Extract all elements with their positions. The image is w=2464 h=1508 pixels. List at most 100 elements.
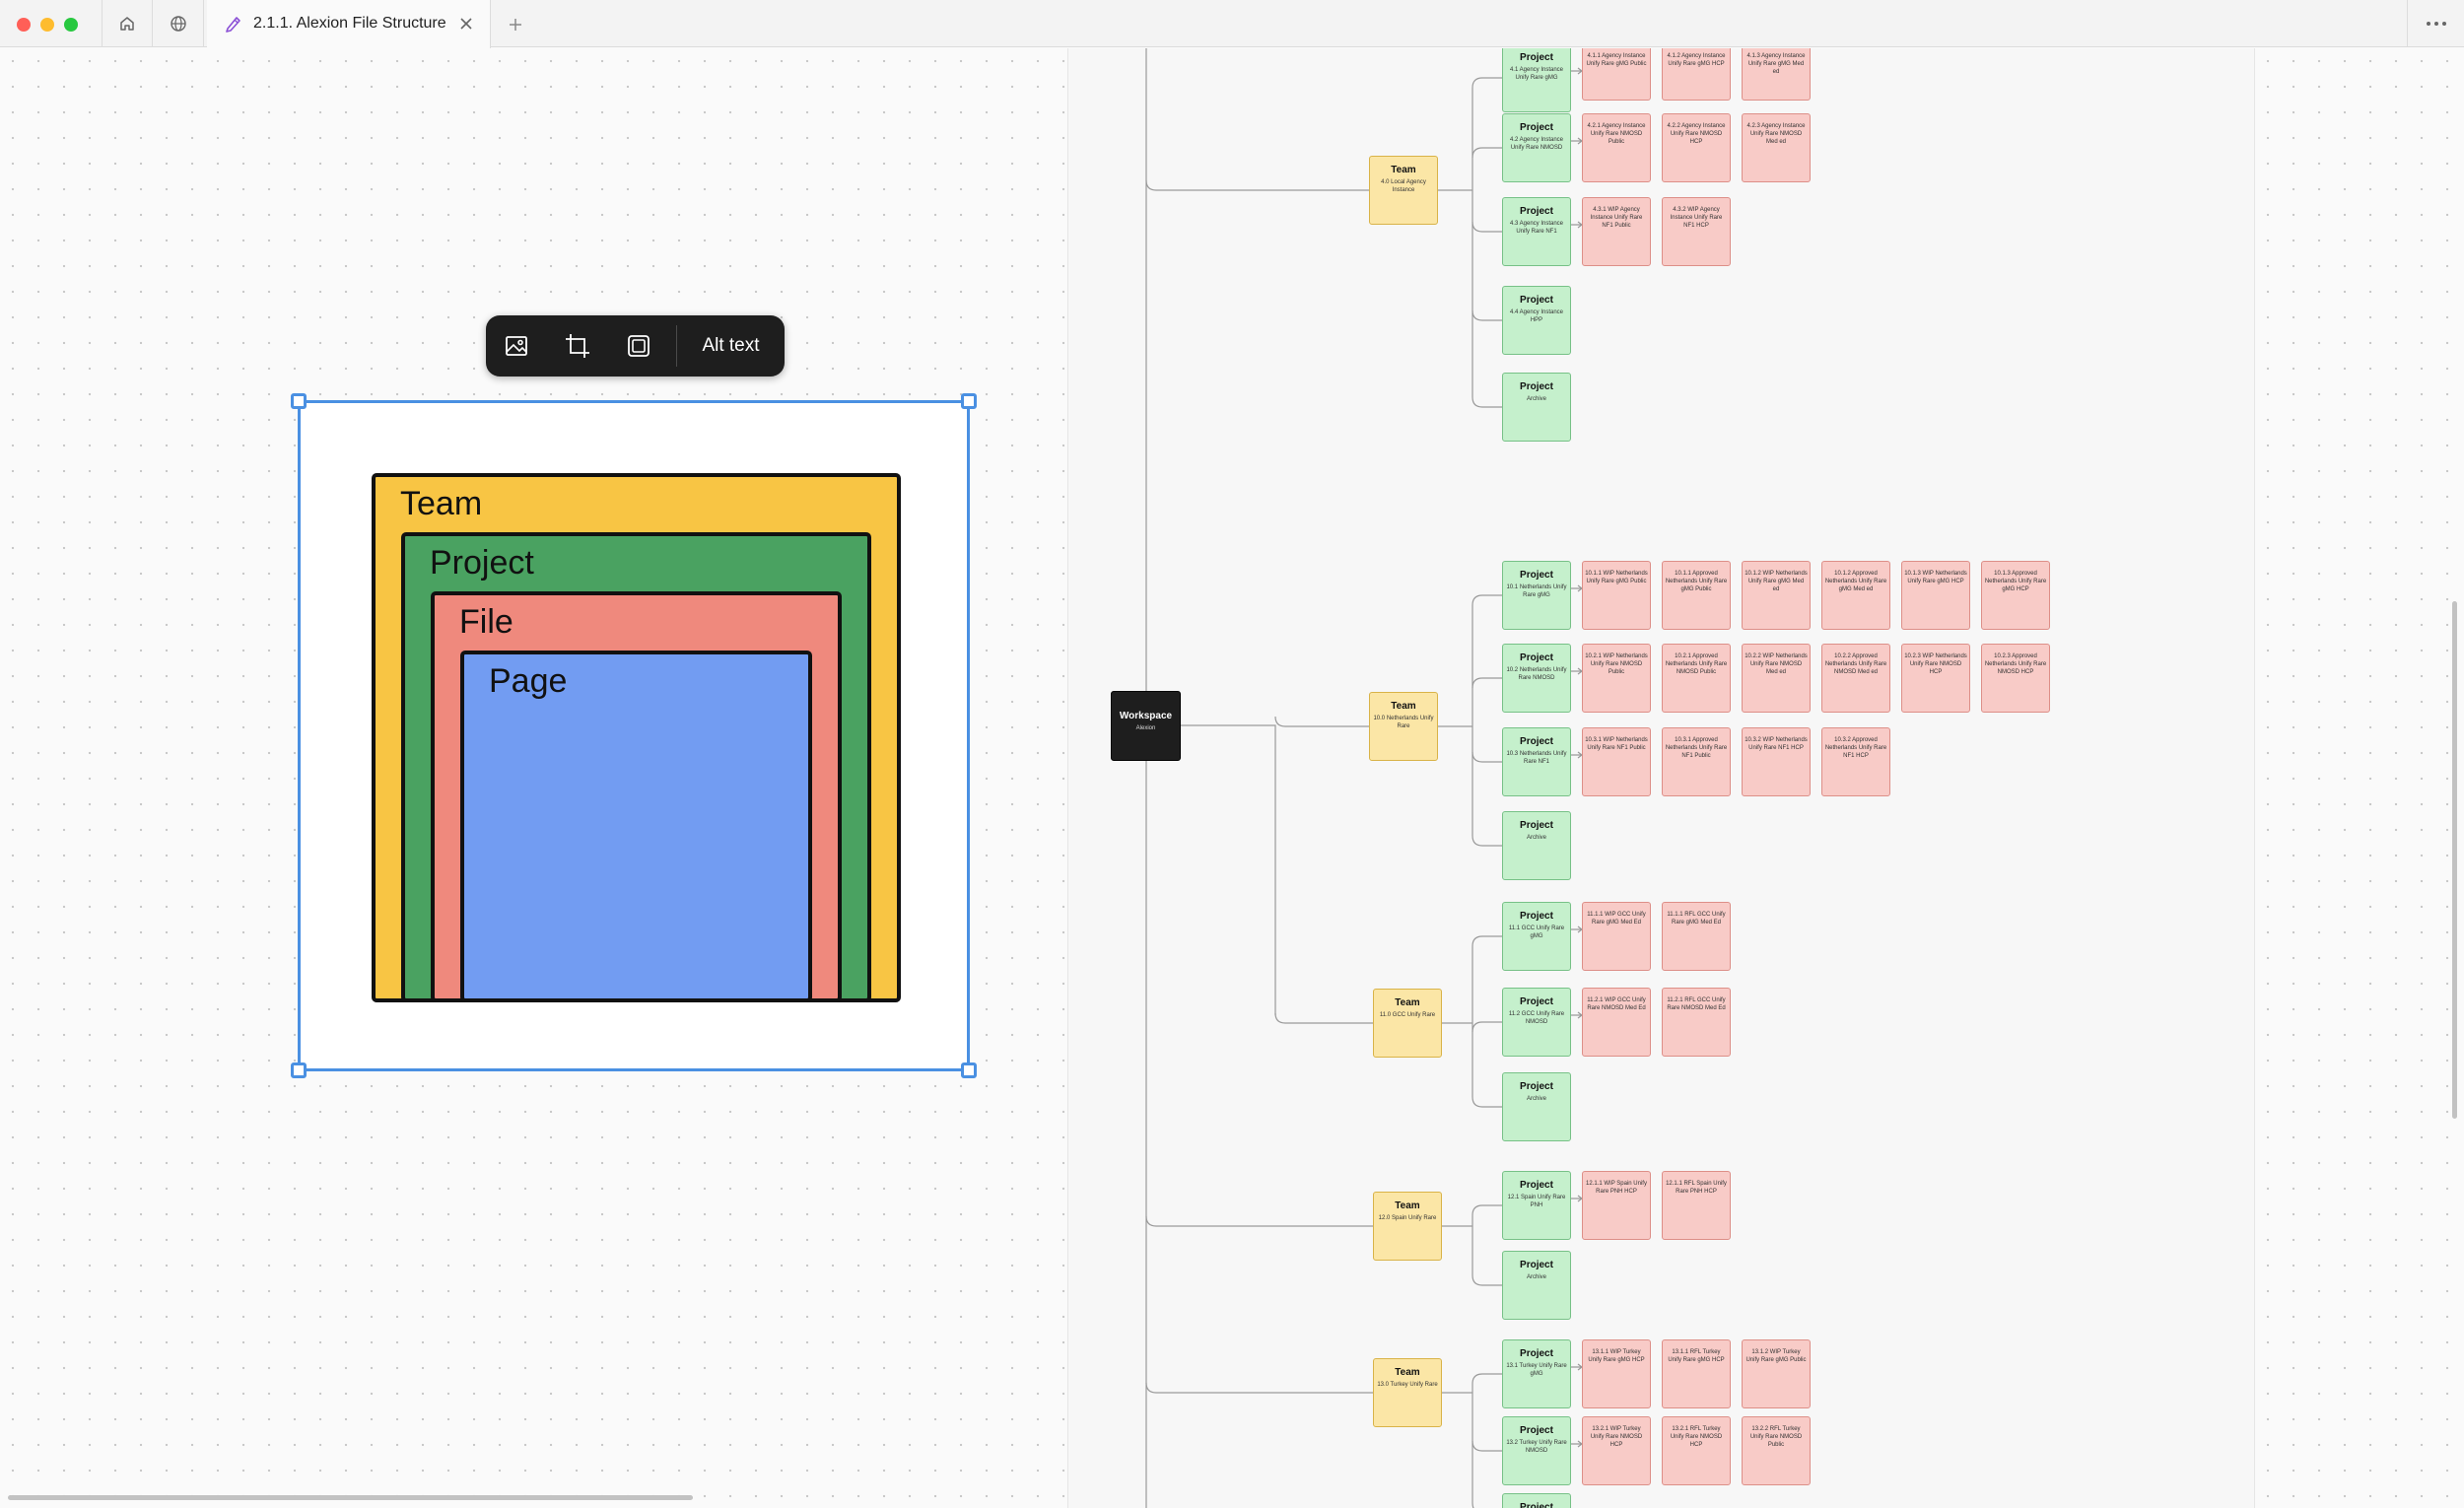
file-tab[interactable]: 2.1.1. Alexion File Structure [207, 0, 491, 48]
project-node[interactable]: Project 11.2 GCC Unify Rare NMOSD [1502, 988, 1571, 1057]
file-node[interactable]: 13.2.1 WIP Turkey Unify Rare NMOSD HCP [1582, 1416, 1651, 1485]
replace-image-icon [506, 336, 527, 356]
project-node-label: 4.1 Agency Instance Unify Rare gMG [1509, 67, 1564, 81]
team-node-label: 10.0 Netherlands Unify Rare [1373, 716, 1434, 729]
file-node[interactable]: 10.1.3 WIP Netherlands Unify Rare gMG HC… [1901, 561, 1970, 630]
more-menu-button[interactable] [2407, 0, 2464, 47]
file-node[interactable]: 4.2.1 Agency Instance Unify Rare NMOSD P… [1582, 113, 1651, 182]
vertical-scrollbar[interactable] [2452, 601, 2457, 1119]
file-node[interactable]: 10.2.2 Approved Netherlands Unify Rare N… [1821, 644, 1890, 713]
project-node[interactable]: Project 10.2 Netherlands Unify Rare NMOSD [1502, 644, 1571, 713]
project-node[interactable]: Project Archive [1502, 811, 1571, 880]
file-node-label: 4.1.1 Agency Instance Unify Rare gMG Pub… [1586, 53, 1647, 67]
file-node[interactable]: 4.2.3 Agency Instance Unify Rare NMOSD M… [1742, 113, 1811, 182]
close-window-button[interactable] [17, 18, 31, 32]
file-node-label: 10.3.1 Approved Netherlands Unify Rare N… [1665, 737, 1728, 759]
file-node[interactable]: 4.2.2 Agency Instance Unify Rare NMOSD H… [1662, 113, 1731, 182]
file-node-label: 10.1.2 WIP Netherlands Unify Rare gMG Me… [1745, 571, 1808, 592]
connector-line [1472, 1021, 1502, 1033]
file-node[interactable]: 10.1.3 Approved Netherlands Unify Rare g… [1981, 561, 2050, 630]
file-node[interactable]: 10.3.1 Approved Netherlands Unify Rare N… [1662, 727, 1731, 796]
selected-image[interactable]: Team Project File Page [291, 393, 977, 1078]
file-node[interactable]: 13.1.1 RFL Turkey Unify Rare gMG HCP [1662, 1339, 1731, 1408]
page-layer: Page [460, 651, 812, 1002]
community-button[interactable] [153, 0, 204, 47]
connector-line [1472, 1502, 1474, 1508]
horizontal-scrollbar[interactable] [8, 1495, 693, 1500]
project-node[interactable]: Project Archive [1502, 1072, 1571, 1141]
crop-button[interactable] [547, 315, 608, 377]
file-node[interactable]: 10.2.3 WIP Netherlands Unify Rare NMOSD … [1901, 644, 1970, 713]
team-node-label: 11.0 GCC Unify Rare [1379, 1012, 1436, 1018]
file-node[interactable]: 10.2.3 Approved Netherlands Unify Rare N… [1981, 644, 2050, 713]
close-icon[interactable] [459, 17, 473, 31]
team-node[interactable]: Team 12.0 Spain Unify Rare [1373, 1192, 1442, 1261]
project-node[interactable]: Project Archive [1502, 1251, 1571, 1320]
resize-handle-top-left[interactable] [291, 393, 307, 409]
connector-line [1571, 67, 1583, 75]
connector-line [1472, 1204, 1502, 1216]
connector-line [1472, 751, 1502, 763]
project-node-title: Project [1520, 652, 1553, 663]
file-node[interactable]: 10.2.1 WIP Netherlands Unify Rare NMOSD … [1582, 644, 1651, 713]
project-node[interactable]: Project 4.3 Agency Instance Unify Rare NF… [1502, 197, 1571, 266]
resize-handle-top-right[interactable] [961, 393, 977, 409]
file-node[interactable]: 12.1.1 WIP Spain Unify Rare PNH HCP [1582, 1171, 1651, 1240]
file-node[interactable]: 4.1.1 Agency Instance Unify Rare gMG Pub… [1582, 48, 1651, 101]
file-node[interactable]: 10.3.2 WIP Netherlands Unify Rare NF1 HC… [1742, 727, 1811, 796]
team-node[interactable]: Team 11.0 GCC Unify Rare [1373, 989, 1442, 1058]
new-tab-button[interactable] [506, 15, 525, 34]
file-node[interactable]: 13.2.1 RFL Turkey Unify Rare NMOSD HCP [1662, 1416, 1731, 1485]
file-node[interactable]: 12.1.1 RFL Spain Unify Rare PNH HCP [1662, 1171, 1731, 1240]
project-node[interactable]: Project 10.1 Netherlands Unify Rare gMG [1502, 561, 1571, 630]
minimize-window-button[interactable] [40, 18, 54, 32]
project-node[interactable]: Project 11.1 GCC Unify Rare gMG [1502, 902, 1571, 971]
project-node[interactable]: Project 4.1 Agency Instance Unify Rare gM… [1502, 48, 1571, 112]
file-structure-board[interactable]: Workspace Alexion Team 4.0 Local Agency Ins… [1067, 48, 2255, 1508]
file-node[interactable]: 10.2.2 WIP Netherlands Unify Rare NMOSD … [1742, 644, 1811, 713]
file-node[interactable]: 11.1.1 RFL GCC Unify Rare gMG Med Ed [1662, 902, 1731, 971]
team-node[interactable]: Team 13.0 Turkey Unify Rare [1373, 1358, 1442, 1427]
file-node[interactable]: 4.3.1 WIP Agency Instance Unify Rare NF1… [1582, 197, 1651, 266]
home-button[interactable] [102, 0, 153, 47]
file-node[interactable]: 13.1.2 WIP Turkey Unify Rare gMG Public [1742, 1339, 1811, 1408]
project-node[interactable]: Project 13.2 Turkey Unify Rare NMOSD [1502, 1416, 1571, 1485]
file-node[interactable]: 4.1.3 Agency Instance Unify Rare gMG Med… [1742, 48, 1811, 101]
resize-handle-bottom-right[interactable] [961, 1062, 977, 1078]
file-node[interactable]: 13.2.2 RFL Turkey Unify Rare NMOSD Publi… [1742, 1416, 1811, 1485]
project-node[interactable]: Project Archive [1502, 373, 1571, 442]
alt-text-button[interactable]: Alt text [677, 315, 785, 377]
file-node[interactable]: 4.3.2 WIP Agency Instance Unify Rare NF1… [1662, 197, 1731, 266]
mask-button[interactable] [608, 315, 669, 377]
file-node[interactable]: 10.1.1 Approved Netherlands Unify Rare g… [1662, 561, 1731, 630]
workspace-node[interactable]: Workspace Alexion [1111, 691, 1181, 761]
project-node-label: 11.2 GCC Unify Rare NMOSD [1508, 1011, 1565, 1025]
file-node[interactable]: 11.1.1 WIP GCC Unify Rare gMG Med Ed [1582, 902, 1651, 971]
file-node[interactable]: 13.1.1 WIP Turkey Unify Rare gMG HCP [1582, 1339, 1651, 1408]
file-node[interactable]: 11.2.1 WIP GCC Unify Rare NMOSD Med Ed [1582, 988, 1651, 1057]
file-node[interactable]: 10.1.2 Approved Netherlands Unify Rare g… [1821, 561, 1890, 630]
team-node[interactable]: Team 10.0 Netherlands Unify Rare [1369, 692, 1438, 761]
project-node[interactable]: Project [1502, 1493, 1571, 1508]
team-node-title: Team [1391, 701, 1416, 712]
file-node[interactable]: 10.1.2 WIP Netherlands Unify Rare gMG Me… [1742, 561, 1811, 630]
replace-image-button[interactable] [486, 315, 547, 377]
connector-line [1571, 137, 1583, 145]
project-node[interactable]: Project 13.1 Turkey Unify Rare gMG [1502, 1339, 1571, 1408]
project-node[interactable]: Project 10.3 Netherlands Unify Rare NF1 [1502, 727, 1571, 796]
file-node-label: 11.2.1 WIP GCC Unify Rare NMOSD Med Ed [1587, 997, 1646, 1011]
file-node[interactable]: 10.1.1 WIP Netherlands Unify Rare gMG Pu… [1582, 561, 1651, 630]
project-node[interactable]: Project 4.4 Agency Instance HPP [1502, 286, 1571, 355]
file-node[interactable]: 10.2.1 Approved Netherlands Unify Rare N… [1662, 644, 1731, 713]
resize-handle-bottom-left[interactable] [291, 1062, 307, 1078]
file-node[interactable]: 11.2.1 RFL GCC Unify Rare NMOSD Med Ed [1662, 988, 1731, 1057]
project-node[interactable]: Project 4.2 Agency Instance Unify Rare NM… [1502, 113, 1571, 182]
file-node[interactable]: 10.3.2 Approved Netherlands Unify Rare N… [1821, 727, 1890, 796]
file-node-label: 12.1.1 RFL Spain Unify Rare PNH HCP [1666, 1181, 1727, 1195]
team-node[interactable]: Team 4.0 Local Agency Instance [1369, 156, 1438, 225]
file-node[interactable]: 4.1.2 Agency Instance Unify Rare gMG HCP [1662, 48, 1731, 101]
project-node-title: Project [1520, 1260, 1553, 1270]
file-node[interactable]: 10.3.1 WIP Netherlands Unify Rare NF1 Pu… [1582, 727, 1651, 796]
zoom-window-button[interactable] [64, 18, 78, 32]
project-node[interactable]: Project 12.1 Spain Unify Rare PNH [1502, 1171, 1571, 1240]
